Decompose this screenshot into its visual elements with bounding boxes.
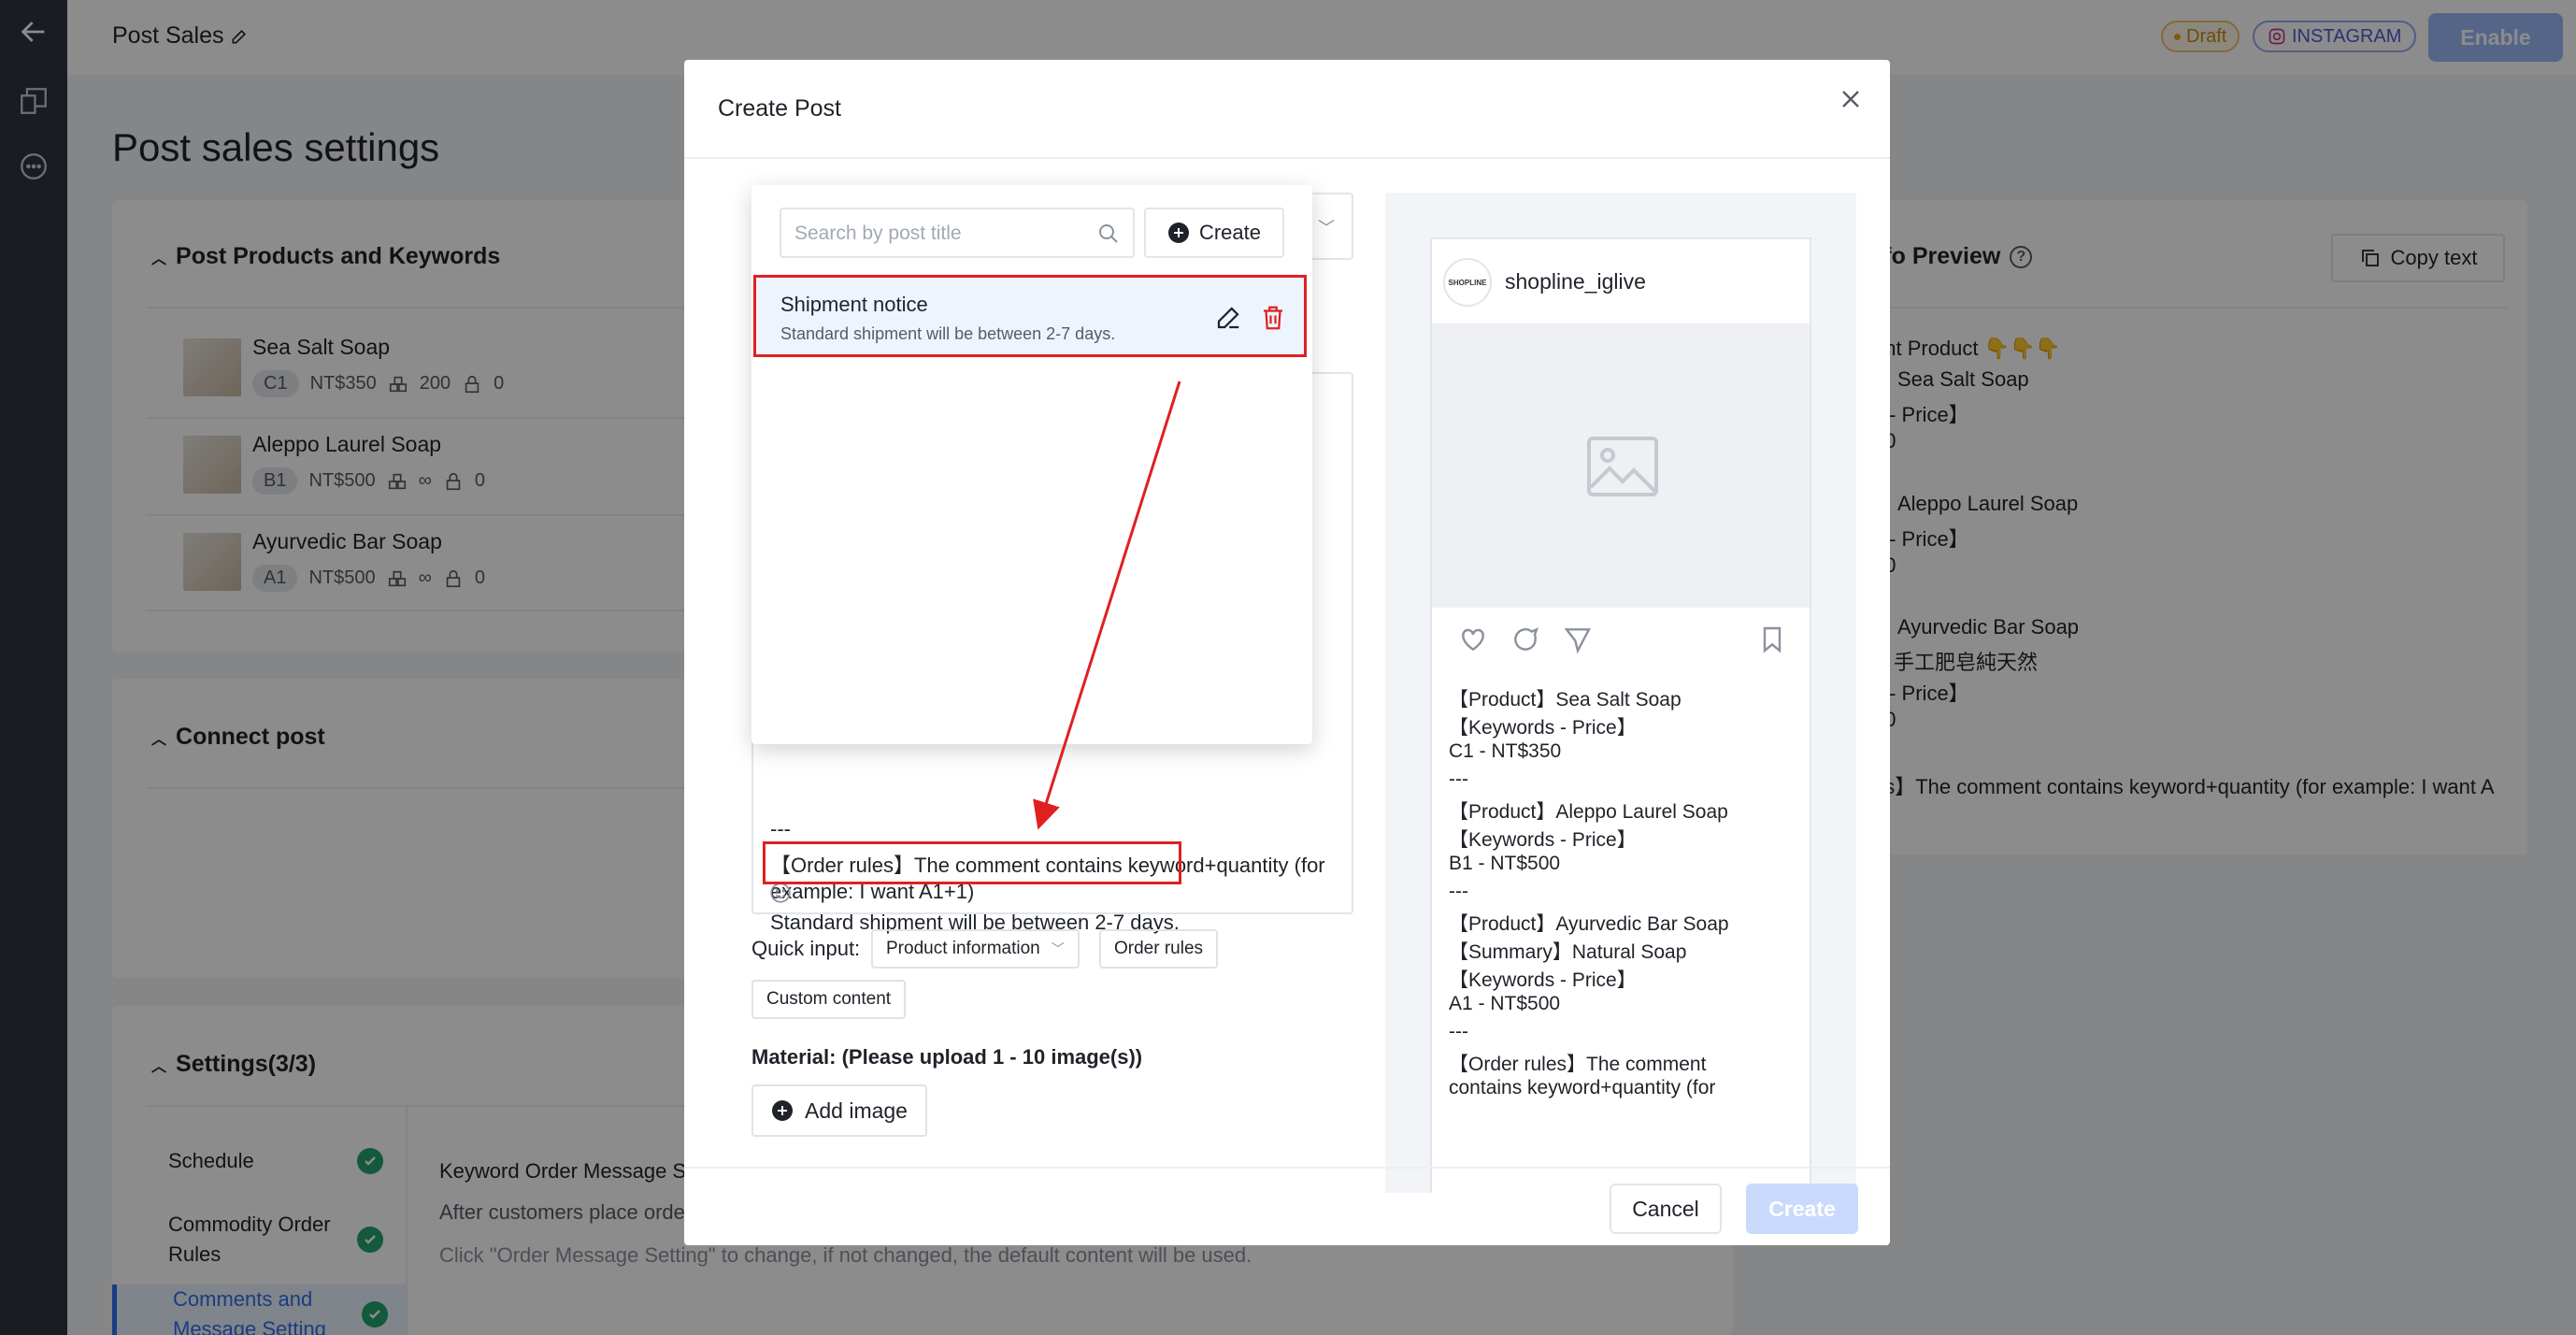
create-button[interactable]: Create bbox=[1746, 1184, 1858, 1234]
share-icon bbox=[1564, 628, 1591, 654]
ig-caption-line: 【Product】Sea Salt Soap bbox=[1449, 689, 1682, 711]
search-icon[interactable] bbox=[1097, 222, 1120, 245]
modal-title: Create Post bbox=[718, 95, 842, 122]
quick-chip-custom-content[interactable]: Custom content bbox=[751, 980, 907, 1019]
trash-icon[interactable] bbox=[1259, 304, 1287, 332]
plus-circle-icon bbox=[772, 1100, 794, 1121]
create-template-button[interactable]: Create bbox=[1144, 208, 1284, 258]
template-item-title: Shipment notice bbox=[780, 293, 928, 316]
template-item-shipment-notice[interactable]: Shipment notice Standard shipment will b… bbox=[753, 275, 1307, 357]
ig-caption-line: 【Keywords - Price】 bbox=[1449, 969, 1637, 991]
quick-chip-order-rules[interactable]: Order rules bbox=[1099, 929, 1219, 969]
instagram-preview-panel: SHOPLINE shopline_iglive 【Product】Sea Sa… bbox=[1385, 193, 1856, 1193]
plus-circle-icon bbox=[1167, 222, 1189, 243]
editor-line: --- bbox=[770, 817, 791, 840]
ig-caption-line: --- bbox=[1449, 1021, 1468, 1042]
ig-caption-line: 【Product】Ayurvedic Bar Soap bbox=[1449, 913, 1729, 935]
ig-actions-bar bbox=[1432, 608, 1810, 669]
search-box[interactable] bbox=[780, 208, 1135, 258]
ig-media-placeholder bbox=[1432, 325, 1810, 608]
instagram-post-preview: SHOPLINE shopline_iglive 【Product】Sea Sa… bbox=[1430, 237, 1811, 1193]
ig-caption-line: --- bbox=[1449, 881, 1468, 902]
image-placeholder-icon bbox=[1587, 437, 1658, 496]
material-label: Material: (Please upload 1 - 10 image(s)… bbox=[751, 1045, 1143, 1069]
search-input[interactable] bbox=[794, 219, 1094, 249]
ig-caption-line: 【Keywords - Price】 bbox=[1449, 829, 1637, 851]
ig-username: shopline_iglive bbox=[1505, 269, 1646, 294]
ig-caption-line: 【Keywords - Price】 bbox=[1449, 717, 1637, 739]
divider bbox=[684, 157, 1890, 159]
ig-caption-line: 【Order rules】The comment bbox=[1449, 1054, 1707, 1075]
heart-icon bbox=[1462, 628, 1484, 652]
comment-icon bbox=[1514, 627, 1539, 651]
chevron-down-icon: ﹀ bbox=[1318, 219, 1335, 237]
ig-caption-line: A1 - NT$500 bbox=[1449, 993, 1561, 1014]
ig-caption-line: 【Product】Aleppo Laurel Soap bbox=[1449, 801, 1728, 823]
ig-caption-line: B1 - NT$500 bbox=[1449, 853, 1561, 874]
quick-chip-product-info[interactable]: Product information ﹀ bbox=[871, 929, 1080, 969]
chevron-down-icon: ﹀ bbox=[1051, 941, 1065, 956]
cancel-button[interactable]: Cancel bbox=[1610, 1184, 1722, 1234]
divider bbox=[684, 1167, 1890, 1169]
close-icon[interactable] bbox=[1836, 84, 1866, 114]
ig-caption-line: contains keyword+quantity (for bbox=[1449, 1077, 1716, 1098]
edit-icon[interactable] bbox=[1214, 304, 1242, 332]
template-item-desc: Standard shipment will be between 2-7 da… bbox=[780, 324, 1116, 343]
post-template-dropdown: Create Shipment notice Standard shipment… bbox=[751, 185, 1312, 744]
avatar: SHOPLINE bbox=[1443, 258, 1492, 307]
ig-caption-line: --- bbox=[1449, 768, 1468, 790]
ig-post-header: SHOPLINE shopline_iglive bbox=[1432, 239, 1810, 325]
add-image-button[interactable]: Add image bbox=[751, 1084, 927, 1137]
bookmark-icon bbox=[1763, 626, 1782, 653]
inserted-text-highlight bbox=[763, 841, 1181, 884]
ig-caption-line: 【Summary】Natural Soap bbox=[1449, 941, 1687, 963]
quick-input-label: Quick input: bbox=[751, 937, 861, 960]
ig-caption-line: C1 - NT$350 bbox=[1449, 740, 1562, 762]
